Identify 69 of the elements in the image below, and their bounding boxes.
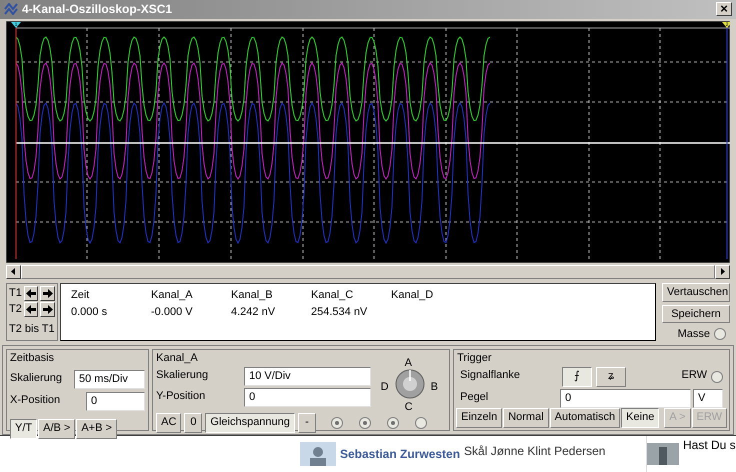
position-field[interactable]: 0 xyxy=(244,388,371,406)
column-heading: Kanal_D xyxy=(391,288,434,303)
mode-button[interactable]: A+B > xyxy=(76,418,117,438)
knob-label: D xyxy=(380,380,389,394)
cursor-label: T1 xyxy=(9,286,22,301)
mode-button[interactable]: Y/T xyxy=(10,418,38,438)
scale-field[interactable]: 50 ms/Div xyxy=(74,370,146,388)
label: Skalierung xyxy=(10,370,63,386)
radio-button[interactable] xyxy=(711,370,723,382)
right-arrow-button[interactable] xyxy=(40,302,55,316)
post-text: Skål Jønne Klint Pedersen xyxy=(464,443,606,460)
radio-button[interactable] xyxy=(386,416,399,428)
coupling-button[interactable]: Gleichspannung xyxy=(205,412,295,432)
left-arrow-button[interactable] xyxy=(24,302,38,316)
author-link[interactable]: Sebastian Zurwesten xyxy=(340,445,460,463)
column-heading: Kanal_A xyxy=(151,288,193,303)
label: X-Position xyxy=(10,392,62,408)
scale-field[interactable]: 10 V/Div xyxy=(244,366,371,386)
column-heading: Zeit xyxy=(71,288,90,303)
app-icon xyxy=(4,3,18,16)
edge-button[interactable]: ʑ xyxy=(596,366,626,386)
label: Signalflanke xyxy=(460,368,522,382)
radio-button[interactable] xyxy=(714,328,726,340)
scroll-left-icon[interactable] xyxy=(6,264,21,279)
edge-button[interactable]: ⨍ xyxy=(562,366,592,386)
knob-label: A xyxy=(404,356,412,370)
knob-label: C xyxy=(404,400,413,414)
group-title: Trigger xyxy=(457,351,492,366)
knob-label: B xyxy=(430,380,438,394)
position-field[interactable]: 0 xyxy=(86,392,146,410)
radio-button[interactable] xyxy=(414,416,427,428)
trigger-mode-button[interactable]: Keine xyxy=(621,408,660,428)
cursor-label: T2 xyxy=(9,302,22,317)
left-arrow-button[interactable] xyxy=(24,286,38,300)
close-button[interactable]: × xyxy=(716,2,732,16)
table-cell-text: 254.534 nV xyxy=(311,304,368,320)
unit-field[interactable]: V xyxy=(693,388,723,408)
table-cell-text: -0.000 V xyxy=(151,304,193,320)
group-title: Kanal_A xyxy=(156,351,198,366)
radio-label: ERW xyxy=(682,368,707,382)
thumbnail-icon xyxy=(647,443,679,465)
sidebar-text: Hast Du s xyxy=(683,437,736,454)
label: Skalierung xyxy=(156,368,210,382)
level-field[interactable]: 0 xyxy=(560,388,691,408)
coupling-button[interactable]: AC xyxy=(156,412,182,432)
table-cell-text: 4.242 nV xyxy=(231,304,276,320)
mode-button[interactable]: A/B > xyxy=(38,418,76,438)
trigger-mode-button[interactable]: Einzeln xyxy=(456,408,502,428)
group-title: Zeitbasis xyxy=(10,351,54,366)
radio-button[interactable] xyxy=(330,416,343,428)
radio-label: Masse xyxy=(678,327,710,342)
label: Pegel xyxy=(460,390,490,404)
column-heading: Kanal_B xyxy=(231,288,273,303)
coupling-button[interactable]: 0 xyxy=(184,412,202,432)
window-title: 4-Kanal-Oszilloskop-XSC1 xyxy=(22,1,174,18)
column-heading: Kanal_C xyxy=(311,288,354,303)
label: Y-Position xyxy=(156,388,206,404)
right-arrow-button[interactable] xyxy=(40,286,55,300)
table-cell-text: 0.000 s xyxy=(71,304,108,320)
coupling-button[interactable]: - xyxy=(298,412,316,432)
panel-button[interactable]: Vertauschen xyxy=(662,283,730,302)
avatar-icon xyxy=(300,442,336,466)
channel-knob[interactable] xyxy=(394,368,425,398)
radio-button[interactable] xyxy=(358,416,371,428)
cursor-label: T2 bis T1 xyxy=(9,322,55,337)
trigger-mode-button[interactable]: Normal xyxy=(503,408,549,428)
trigger-mode-button[interactable]: Automatisch xyxy=(550,408,620,428)
scroll-right-icon[interactable] xyxy=(715,264,730,279)
panel-button[interactable]: Speichern xyxy=(662,304,730,323)
